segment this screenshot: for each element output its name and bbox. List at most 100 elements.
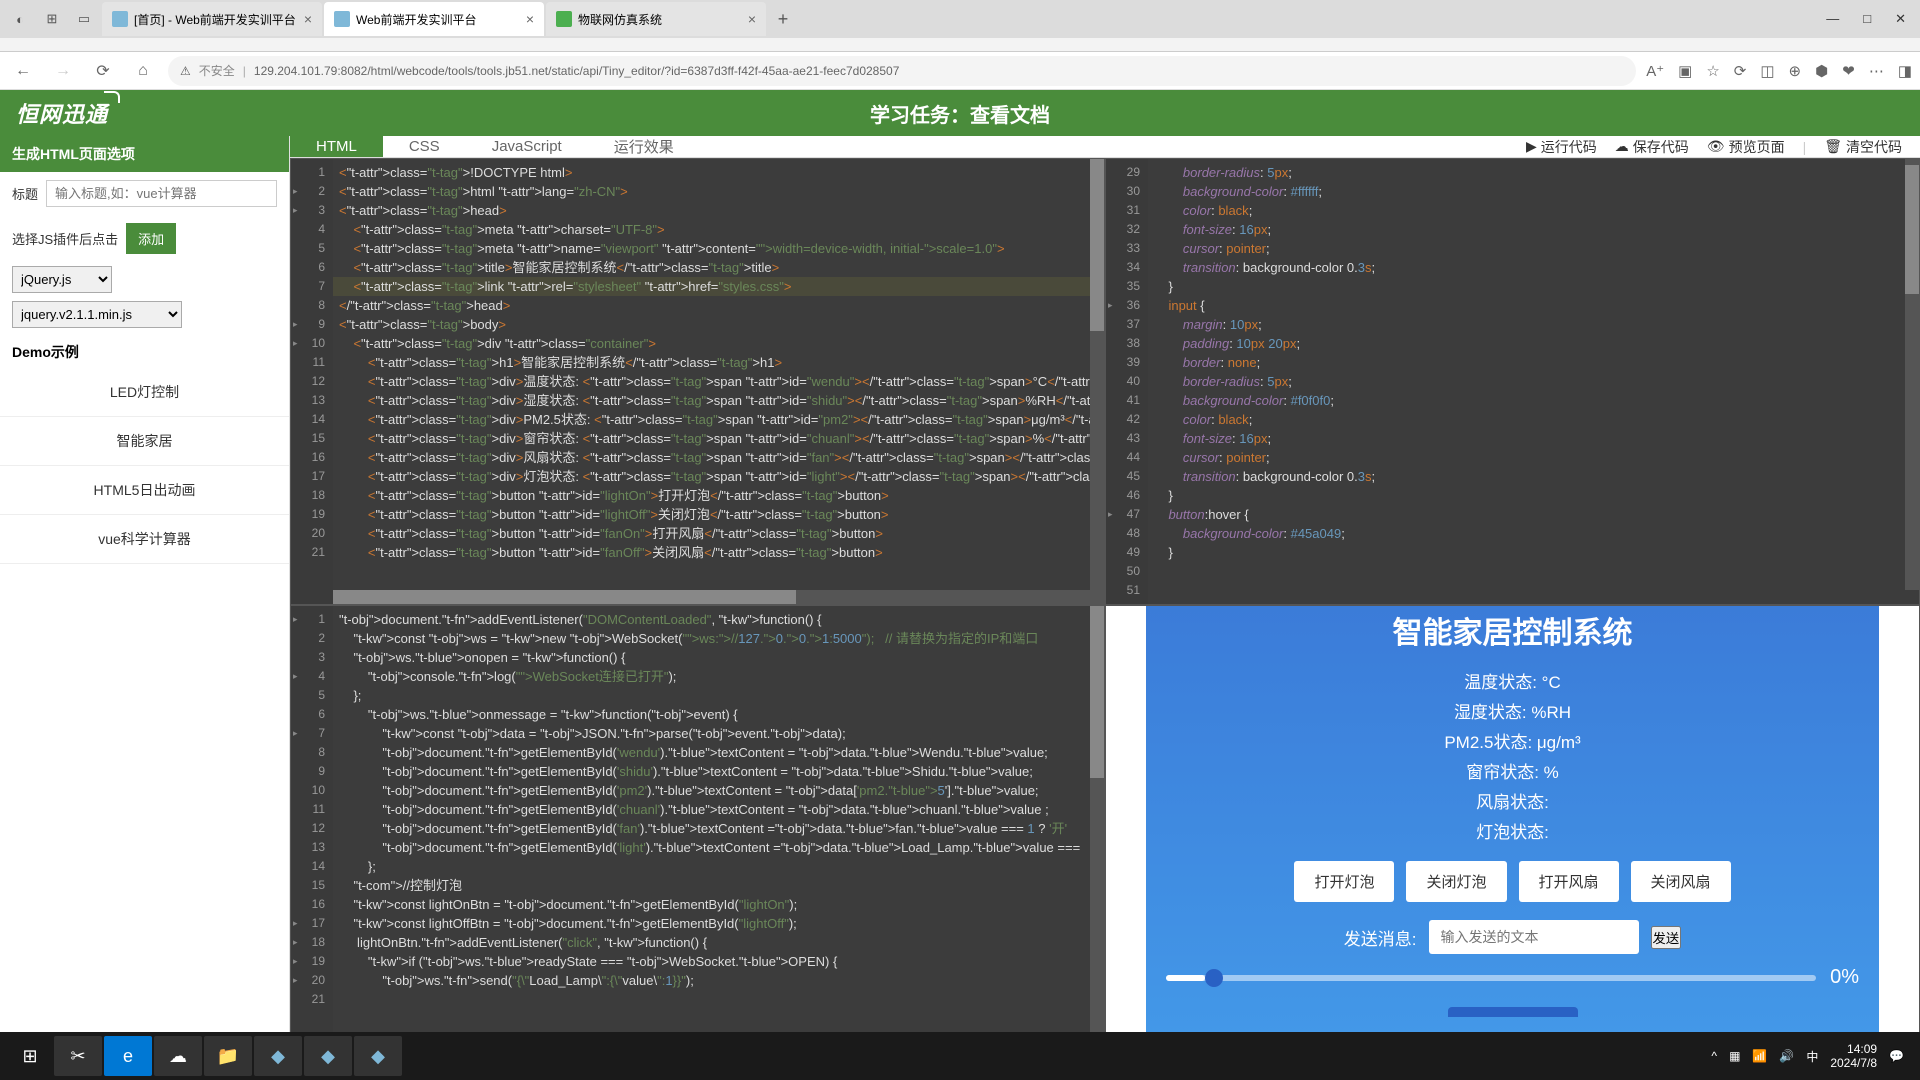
tray-wifi-icon[interactable]: 📶 (1752, 1049, 1767, 1063)
tab-homepage[interactable]: [首页] - Web前端开发实训平台 × (102, 2, 322, 36)
taskbar-app-5[interactable]: ◆ (254, 1036, 302, 1076)
tab-editor[interactable]: Web前端开发实训平台 × (324, 2, 544, 36)
addr-toolbar: A⁺ ▣ ☆ ⟳ ◫ ⊕ ⬢ ❤ ⋯ ◨ (1646, 62, 1912, 80)
favicon-icon (556, 11, 572, 27)
preview-card: 智能家居控制系统 温度状态: °C 湿度状态: %RH PM2.5状态: μg/… (1146, 605, 1879, 1037)
preview-bottom-button[interactable] (1448, 1007, 1578, 1017)
run-code-button[interactable]: ▶ 运行代码 (1526, 137, 1597, 157)
performance-icon[interactable]: ❤ (1842, 62, 1855, 80)
taskbar-app-1[interactable]: ✂ (54, 1036, 102, 1076)
demo-item-sunrise[interactable]: HTML5日出动画 (0, 466, 289, 515)
system-tray: ^ ▦ 📶 🔊 中 14:09 2024/7/8 💬 (1711, 1042, 1914, 1070)
refresh-button[interactable]: ⟳ (88, 56, 118, 86)
css-editor-pane[interactable]: 2930313233343536373839404142434445464748… (1105, 158, 1920, 605)
taskbar-app-3[interactable]: ☁ (154, 1036, 202, 1076)
taskbar-app-4[interactable]: 📁 (204, 1036, 252, 1076)
main: 生成HTML页面选项 标题 选择JS插件后点击 添加 jQuery.js jqu… (0, 136, 1920, 1032)
preview-title: 智能家居控制系统 (1166, 608, 1859, 652)
js-editor-pane[interactable]: 123456789101112131415161718192021 "t-obj… (290, 605, 1105, 1052)
stat-pm25: PM2.5状态: μg/m³ (1166, 728, 1859, 753)
fan-off-button[interactable]: 关闭风扇 (1631, 861, 1731, 902)
clear-code-button[interactable]: 🗑 清空代码 (1824, 137, 1902, 157)
close-icon[interactable]: × (748, 11, 756, 27)
tray-volume-icon[interactable]: 🔊 (1779, 1049, 1794, 1063)
demo-item-vuecalc[interactable]: vue科学计算器 (0, 515, 289, 564)
task-title: 学习任务：查看文档 (870, 99, 1050, 128)
editor-column: HTML CSS JavaScript 运行效果 ▶ 运行代码 ☁ 保存代码 👁… (290, 136, 1920, 1032)
forward-button[interactable]: → (48, 56, 78, 86)
home-button[interactable]: ⌂ (128, 56, 158, 86)
tray-network-icon[interactable]: ▦ (1729, 1049, 1740, 1063)
close-icon[interactable]: × (526, 11, 534, 27)
light-off-button[interactable]: 关闭灯泡 (1406, 861, 1506, 902)
taskbar-app-6[interactable]: ◆ (304, 1036, 352, 1076)
title-label: 标题 (12, 184, 38, 203)
stat-fan: 风扇状态: (1166, 788, 1859, 813)
extensions-icon[interactable]: ⬢ (1815, 62, 1828, 80)
taskbar-app-7[interactable]: ◆ (354, 1036, 402, 1076)
html-editor-pane[interactable]: 123456789101112131415161718192021 <"t-at… (290, 158, 1105, 605)
tab-css[interactable]: CSS (383, 136, 466, 157)
vertical-scrollbar[interactable] (1905, 159, 1919, 590)
tab-result[interactable]: 运行效果 (588, 136, 700, 157)
stat-light: 灯泡状态: (1166, 818, 1859, 843)
collections-icon[interactable]: ⊕ (1789, 62, 1802, 80)
split-icon[interactable]: ◫ (1760, 62, 1774, 80)
demo-item-smarthome[interactable]: 智能家居 (0, 417, 289, 466)
browser-chrome: ◐ ⊞ ▭ [首页] - Web前端开发实训平台 × Web前端开发实训平台 ×… (0, 0, 1920, 52)
title-input[interactable] (46, 180, 277, 207)
tab-title: [首页] - Web前端开发实训平台 (134, 11, 296, 28)
preview-page-button[interactable]: 👁 预览页面 (1707, 137, 1785, 157)
start-button[interactable]: ⊞ (6, 1036, 54, 1076)
new-tab-button[interactable]: + (768, 9, 798, 30)
tray-chevron-icon[interactable]: ^ (1711, 1049, 1717, 1063)
window-maximize-icon[interactable]: □ (1863, 11, 1871, 27)
light-on-button[interactable]: 打开灯泡 (1294, 861, 1394, 902)
taskbar-app-edge[interactable]: e (104, 1036, 152, 1076)
stat-humidity: 湿度状态: %RH (1166, 698, 1859, 723)
progress-slider[interactable] (1166, 975, 1816, 981)
reader-icon[interactable]: ▣ (1678, 62, 1692, 80)
taskbar: ⊞ ✂ e ☁ 📁 ◆ ◆ ◆ ^ ▦ 📶 🔊 中 14:09 2024/7/8… (0, 1032, 1920, 1080)
save-code-button[interactable]: ☁ 保存代码 (1615, 137, 1689, 157)
tab-iot[interactable]: 物联网仿真系统 × (546, 2, 766, 36)
tab-row: ◐ ⊞ ▭ [首页] - Web前端开发实训平台 × Web前端开发实训平台 ×… (0, 0, 1920, 38)
tray-ime-icon[interactable]: 中 (1806, 1048, 1818, 1065)
fan-on-button[interactable]: 打开风扇 (1519, 861, 1619, 902)
tab-actions-icon[interactable]: ▭ (70, 5, 98, 33)
close-icon[interactable]: × (304, 11, 312, 27)
tab-title: Web前端开发实训平台 (356, 11, 476, 28)
window-close-icon[interactable]: ✕ (1895, 11, 1906, 27)
menu-icon[interactable]: ⋯ (1869, 62, 1884, 80)
favorite-icon[interactable]: ☆ (1706, 62, 1719, 80)
add-plugin-button[interactable]: 添加 (126, 223, 176, 254)
text-size-icon[interactable]: A⁺ (1646, 62, 1664, 80)
url-text: 129.204.101.79:8082/html/webcode/tools/t… (254, 64, 899, 78)
horizontal-scrollbar[interactable] (333, 590, 1104, 604)
sidebar-toggle-icon[interactable]: ◨ (1898, 62, 1912, 80)
back-button[interactable]: ← (8, 56, 38, 86)
send-msg-input[interactable] (1429, 920, 1639, 954)
vertical-scrollbar[interactable] (1090, 606, 1104, 1037)
app-header: 恒网迅通 学习任务：查看文档 (0, 90, 1920, 136)
warning-icon: ⚠ (180, 64, 191, 78)
demo-item-led[interactable]: LED灯控制 (0, 368, 289, 417)
plugin-select-1[interactable]: jQuery.js (12, 266, 112, 293)
vertical-scrollbar[interactable] (1090, 159, 1104, 590)
sidebar-header: 生成HTML页面选项 (0, 136, 289, 172)
refresh-sync-icon[interactable]: ⟳ (1734, 62, 1747, 80)
profile-icon[interactable]: ◐ (6, 5, 34, 33)
tab-html[interactable]: HTML (290, 136, 383, 157)
plugin-select-2[interactable]: jquery.v2.1.1.min.js (12, 301, 182, 328)
workspaces-icon[interactable]: ⊞ (38, 5, 66, 33)
address-bar[interactable]: ⚠ 不安全 | 129.204.101.79:8082/html/webcode… (168, 56, 1636, 86)
clock[interactable]: 14:09 2024/7/8 (1830, 1042, 1877, 1070)
send-button[interactable]: 发送 (1651, 926, 1682, 949)
window-minimize-icon[interactable]: — (1826, 11, 1839, 27)
tray-notifications-icon[interactable]: 💬 (1889, 1049, 1904, 1063)
tab-javascript[interactable]: JavaScript (466, 136, 588, 157)
sidebar: 生成HTML页面选项 标题 选择JS插件后点击 添加 jQuery.js jqu… (0, 136, 290, 1032)
stat-curtain: 窗帘状态: % (1166, 758, 1859, 783)
logo: 恒网迅通 (16, 97, 108, 129)
preview-pane: 智能家居控制系统 温度状态: °C 湿度状态: %RH PM2.5状态: μg/… (1105, 605, 1920, 1052)
